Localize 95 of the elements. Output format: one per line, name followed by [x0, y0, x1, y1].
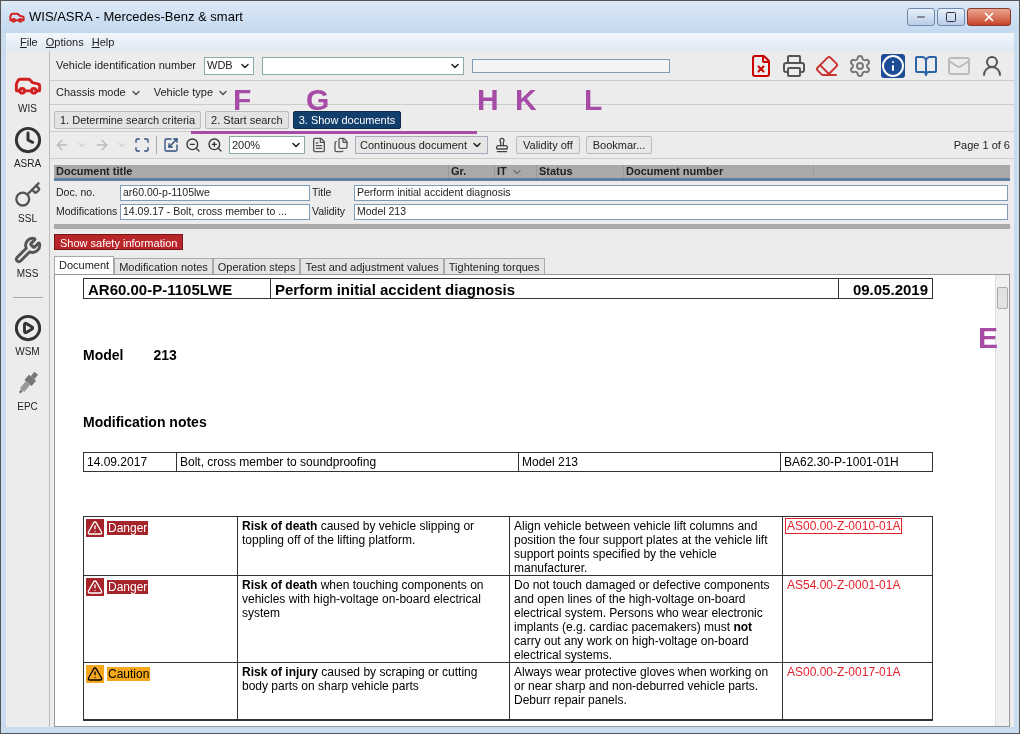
table-cell: 14.09.2017 [84, 452, 177, 471]
model-label: Model [83, 345, 124, 365]
sidebar-item[interactable]: SSL [13, 179, 42, 228]
maximize-button[interactable] [937, 8, 965, 26]
hazard-measure: Do not touch damaged or defective components and open lines of the high-voltage on-board electrical system. Persons who wear electronic implants (e.g. cardiac pacemakers) must not carry out any work on high-voltage on-board electrical systems. [510, 575, 783, 662]
warning-icon [86, 664, 104, 683]
hazard-risk: Risk of death when touching components on vehicles with high-voltage on-board electrical system [238, 575, 510, 662]
info-field: Model 213 [354, 204, 1008, 220]
tab[interactable]: Modification notes [114, 257, 213, 274]
scrollbar[interactable] [995, 274, 1009, 726]
fit-icon[interactable] [134, 137, 150, 153]
section-heading: Modification notes [83, 412, 208, 432]
maximize-icon [945, 11, 957, 23]
close-icon [982, 10, 996, 24]
hazard-measure: Always wear protective gloves when working on or near sharp and non-deburred vehicle parts. Deburr repair panels. [510, 662, 783, 719]
table-cell: Bolt, cross member to soundproofing [177, 452, 519, 471]
settings-icon[interactable] [848, 53, 872, 78]
zoom-in-icon[interactable] [207, 137, 223, 153]
table-cell: Model 213 [519, 452, 781, 471]
vin-label: Vehicle identification number [56, 58, 197, 74]
chassis-dropdown[interactable]: Chassis mode [56, 84, 142, 101]
single-page-icon[interactable] [311, 137, 327, 153]
hazard-risk: Risk of injury caused by scraping or cutting body parts on sharp vehicle parts [238, 662, 510, 719]
field-label: Validity [312, 204, 347, 220]
info-icon[interactable] [881, 53, 905, 78]
resize-icon[interactable] [163, 137, 179, 153]
column-header[interactable]: Document number [624, 165, 814, 178]
tab[interactable]: Test and adjustment values [300, 257, 444, 274]
info-field: 14.09.17 - Bolt, cross member to ... [120, 204, 310, 220]
sidebar-item[interactable]: MSS [13, 234, 42, 283]
sidebar-item[interactable]: EPC [13, 367, 42, 416]
info-field: ar60.00-p-1105lwe [120, 185, 310, 201]
page-indicator: Page 1 of 6 [953, 137, 1010, 153]
eraser-icon[interactable] [815, 53, 839, 78]
warning-icon [86, 577, 104, 596]
reference-link[interactable]: AS00.00-Z-0010-01A [785, 517, 903, 534]
hazard-measure: Align vehicle between vehicle lift columns and position the four support plates at the vehicle lift support points specified by the vehicle manufacturer. [510, 516, 783, 575]
menu-item[interactable]: Help [91, 33, 115, 51]
vin-prefix-dropdown[interactable]: WDB [204, 56, 255, 75]
step-button[interactable]: 1. Determine search criteria [54, 111, 202, 129]
wrench-icon [13, 236, 42, 264]
sidebar-item[interactable]: WIS [13, 69, 42, 118]
help-book-icon[interactable] [914, 53, 938, 78]
document-code: AR60.00-P-1105LWE [84, 278, 271, 298]
tab[interactable]: Tightening torques [443, 257, 545, 274]
play-icon [13, 314, 42, 342]
zoom-dropdown[interactable]: 200% [229, 136, 305, 154]
tab[interactable]: Document [54, 255, 115, 274]
user-icon[interactable] [980, 53, 1004, 78]
sidebar-item[interactable]: WSM [13, 312, 42, 361]
toolbar-button[interactable]: Validity off [516, 136, 580, 154]
reference-link[interactable]: AS54.00-Z-0001-01A [785, 576, 903, 593]
reference-link[interactable]: AS00.00-Z-0017-01A [785, 663, 903, 680]
callout-letter: G [306, 87, 330, 113]
column-header[interactable]: Document title [54, 165, 449, 178]
column-header[interactable]: Gr. [449, 165, 495, 178]
safety-info-button[interactable]: Show safety information [54, 234, 184, 250]
menu-item[interactable]: File [20, 33, 38, 51]
sidebar-item[interactable]: ASRA [13, 124, 42, 173]
key-icon [13, 181, 42, 209]
callout-letter: F [233, 87, 252, 113]
callout-letter: H [477, 87, 499, 113]
hazard-label: Danger [86, 518, 149, 537]
table-cell-text: BA62.30-P-1001-01H [783, 453, 900, 471]
step-button[interactable]: 2. Start search [205, 111, 289, 129]
field-label: Doc. no. [56, 185, 97, 201]
chassis-dropdown[interactable]: Vehicle type [153, 84, 230, 101]
toolbar-button[interactable]: Bookmar... [585, 136, 653, 154]
document-delete-icon[interactable] [749, 53, 773, 78]
close-button[interactable] [967, 8, 1011, 26]
print-icon[interactable] [782, 53, 806, 78]
step-button[interactable]: 3. Show documents [292, 111, 402, 129]
column-header[interactable]: Status [537, 165, 624, 178]
model-value: 213 [153, 345, 177, 365]
callout-letter: E [978, 325, 998, 351]
document-date: 09.05.2019 [851, 279, 929, 298]
info-field: Perform initial accident diagnosis [354, 185, 1008, 201]
column-header[interactable]: IT [495, 165, 537, 178]
tab[interactable]: Operation steps [212, 257, 301, 274]
hazard-risk: Risk of death caused by vehicle slipping or toppling off of the lifting platform. [238, 516, 510, 575]
window-title: WIS/ASRA - Mercedes-Benz & smart [29, 8, 243, 27]
callout-letter: L [584, 87, 603, 113]
zoom-out-icon[interactable] [185, 137, 201, 153]
multi-page-icon[interactable] [333, 137, 349, 153]
menu-item[interactable]: Options [45, 33, 84, 51]
callout-letter: K [515, 87, 537, 113]
stamp-icon[interactable] [494, 137, 510, 153]
hazard-label: Danger [86, 577, 149, 596]
field-label: Title [312, 185, 333, 201]
hazard-label: Caution [86, 664, 151, 683]
clock-icon [13, 126, 42, 154]
view-dropdown[interactable]: Continuous document [355, 136, 488, 154]
document-title: Perform initial accident diagnosis [271, 278, 839, 298]
warning-icon [86, 518, 104, 537]
field-label: Modifications [56, 204, 118, 220]
